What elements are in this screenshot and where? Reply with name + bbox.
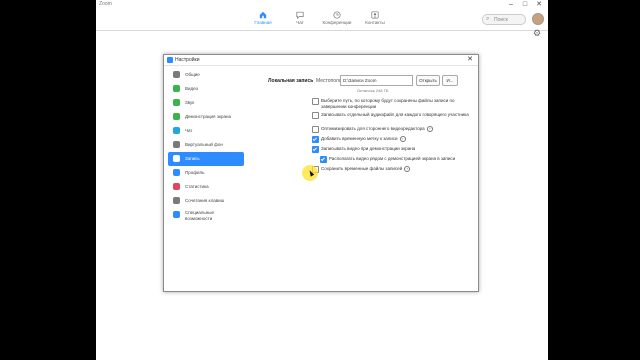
option-text: Сохранить временные файлы записей: [321, 166, 403, 172]
person-icon: [173, 141, 180, 148]
tab-meetings[interactable]: Конференции: [320, 10, 354, 30]
tab-home-label: Главная: [254, 20, 272, 25]
option-label: Добавить временную метку к записи?: [321, 136, 471, 142]
settings-gear-icon[interactable]: ⚙: [533, 28, 541, 39]
sidebar-item-4[interactable]: Чат: [168, 124, 244, 138]
sidebar-item-label: Сочетания клавиш: [185, 198, 225, 203]
sidebar-item-3[interactable]: Демонстрация экрана: [168, 110, 244, 124]
search-icon: ⌕: [486, 16, 490, 22]
sidebar-item-10[interactable]: Специальные возможности: [168, 208, 244, 227]
video-icon: [173, 85, 180, 92]
record-icon: [173, 155, 180, 162]
sidebar-item-label: Статистика: [185, 184, 209, 189]
zoom-logo-icon: [167, 57, 173, 63]
option-label: Располагать видео рядом с демонстрацией …: [329, 156, 479, 162]
tab-meetings-label: Конференции: [322, 20, 352, 25]
search-placeholder: Поиск: [494, 16, 508, 23]
option-text: Записывать видео при демонстрации экрана: [321, 146, 416, 151]
share-screen-icon: [173, 113, 180, 120]
option-checkbox[interactable]: [320, 156, 327, 163]
sidebar-item-7[interactable]: Профиль: [168, 166, 244, 180]
sidebar-item-0[interactable]: Общие: [168, 68, 244, 82]
search-input[interactable]: ⌕ Поиск: [482, 14, 526, 25]
sidebar-item-label: Звук: [185, 100, 195, 105]
sidebar-item-5[interactable]: Виртуальный фон: [168, 138, 244, 152]
option-checkbox[interactable]: [312, 146, 319, 153]
minimize-button[interactable]: –: [506, 1, 516, 9]
tab-contacts-label: Контакты: [365, 20, 385, 25]
gear-icon: [173, 71, 180, 78]
sidebar-item-label: Специальные возможности: [185, 210, 214, 221]
remaining-space: Осталось 248 ГБ: [357, 88, 389, 93]
settings-sidebar: Общие Видео Звук Демонстрация экрана Чат Вирт…: [168, 68, 244, 228]
option-text: Оптимизировать для стороннего видеоредак…: [321, 126, 425, 132]
sidebar-item-label: Запись: [185, 156, 200, 161]
option-label: Выберите путь, по которому будут сохране…: [321, 98, 471, 109]
tab-chat[interactable]: Чат: [283, 10, 317, 30]
window-titlebar: Zoom – □ ✕: [96, 0, 548, 10]
sidebar-item-1[interactable]: Видео: [168, 82, 244, 96]
section-title: Локальная запись: [268, 78, 314, 84]
option-checkbox[interactable]: [312, 112, 319, 119]
option-text: Добавить временную метку к записи: [321, 136, 398, 142]
help-icon[interactable]: ?: [404, 166, 411, 172]
settings-dialog: Настройки ✕ Общие Видео Звук Демонстрация э…: [163, 54, 479, 292]
sidebar-item-2[interactable]: Звук: [168, 96, 244, 110]
avatar[interactable]: [532, 13, 544, 25]
option-checkbox[interactable]: [312, 126, 319, 133]
stats-icon: [173, 183, 180, 190]
change-button[interactable]: И...: [442, 75, 458, 86]
dialog-title: Настройки: [175, 57, 200, 63]
sidebar-item-label: Профиль: [185, 170, 205, 175]
option-text: Записывать отдельный аудиофайл для каждо…: [321, 112, 469, 117]
headphones-icon: [173, 99, 180, 106]
dialog-titlebar: Настройки ✕: [164, 55, 478, 66]
tab-home[interactable]: Главная: [246, 10, 280, 30]
window-title: Zoom: [99, 1, 112, 7]
clock-icon: [333, 11, 341, 19]
home-icon: [259, 11, 267, 19]
keyboard-icon: [173, 197, 180, 204]
sidebar-item-label: Виртуальный фон: [185, 142, 223, 147]
help-icon[interactable]: ?: [399, 136, 406, 142]
option-label: Сохранить временные файлы записей?: [321, 166, 471, 172]
option-text: Располагать видео рядом с демонстрацией …: [329, 156, 456, 161]
chat-icon: [173, 127, 180, 134]
tab-chat-label: Чат: [296, 20, 304, 25]
accessibility-icon: [173, 211, 180, 218]
sidebar-item-label: Видео: [185, 86, 199, 91]
close-window-button[interactable]: ✕: [534, 1, 544, 9]
sidebar-item-label: Общие: [185, 72, 200, 77]
tab-contacts[interactable]: Контакты: [358, 10, 392, 30]
contacts-icon: [371, 11, 379, 19]
option-checkbox[interactable]: [312, 136, 319, 143]
option-text: Выберите путь, по которому будут сохране…: [321, 98, 455, 109]
sidebar-item-label: Чат: [185, 128, 193, 133]
profile-icon: [173, 169, 180, 176]
sidebar-item-8[interactable]: Статистика: [168, 180, 244, 194]
location-field[interactable]: D:\Записи Zoom: [340, 75, 413, 86]
open-button[interactable]: Открыть: [416, 75, 440, 86]
top-navigation: Главная Чат Конференции Контакты ⌕ Поиск: [96, 10, 548, 31]
option-label: Оптимизировать для стороннего видеоредак…: [321, 126, 471, 132]
option-label: Записывать видео при демонстрации экрана: [321, 146, 471, 152]
option-checkbox[interactable]: [312, 98, 319, 105]
recording-settings-panel: Локальная запись Местоположение: D:\Запи…: [254, 68, 474, 288]
maximize-button[interactable]: □: [520, 1, 530, 9]
option-label: Записывать отдельный аудиофайл для каждо…: [321, 112, 471, 118]
location-value: D:\Записи Zoom: [343, 78, 377, 83]
chat-icon: [296, 11, 304, 19]
help-icon[interactable]: ?: [426, 126, 433, 132]
sidebar-item-label: Демонстрация экрана: [185, 114, 231, 119]
sidebar-item-6[interactable]: Запись: [168, 152, 244, 166]
close-dialog-button[interactable]: ✕: [464, 56, 476, 64]
sidebar-item-9[interactable]: Сочетания клавиш: [168, 194, 244, 208]
